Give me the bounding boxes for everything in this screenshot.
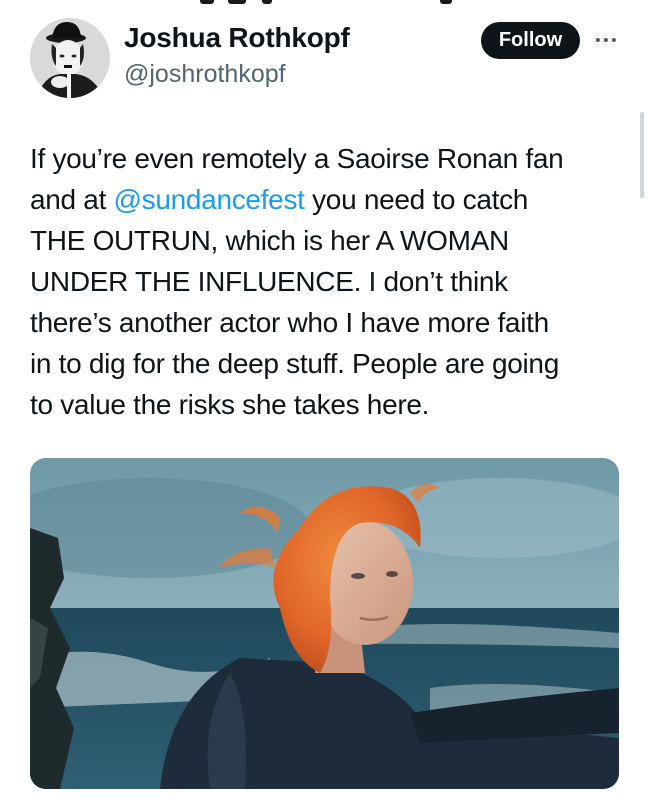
more-horizontal-icon <box>596 38 616 42</box>
author-display-name[interactable]: Joshua Rothkopf <box>124 22 350 54</box>
tweet-text-line: in to dig for the deep stuff. People are… <box>30 348 559 379</box>
avatar-portrait <box>30 18 110 98</box>
tweet-text-fragment: you need to catch <box>304 184 529 215</box>
tweet-text-line: THE OUTRUN, which is her A WOMAN <box>30 225 509 256</box>
tweet-text-line: there’s another actor who I have more fa… <box>30 307 549 338</box>
author-handle[interactable]: @joshrothkopf <box>124 60 286 89</box>
tweet-text-fragment: and at <box>30 184 114 215</box>
scrollbar-thumb[interactable] <box>640 112 644 198</box>
tweet-text-line: to value the risks she takes here. <box>30 389 430 420</box>
tweet-text: If you’re even remotely a Saoirse Ronan … <box>30 138 630 425</box>
tweet-text-line: If you’re even remotely a Saoirse Ronan … <box>30 143 564 174</box>
more-options-button[interactable] <box>592 30 620 50</box>
tweet-media-image[interactable] <box>30 458 619 789</box>
follow-button[interactable]: Follow <box>481 22 580 59</box>
film-still-illustration <box>30 458 619 789</box>
avatar[interactable] <box>30 18 110 98</box>
tweet-text-line: UNDER THE INFLUENCE. I don’t think <box>30 266 508 297</box>
previous-content-cutoff <box>0 0 649 6</box>
tweet-text-line: and at @sundancefest you need to catch <box>30 179 630 220</box>
mention-link[interactable]: @sundancefest <box>114 184 305 215</box>
